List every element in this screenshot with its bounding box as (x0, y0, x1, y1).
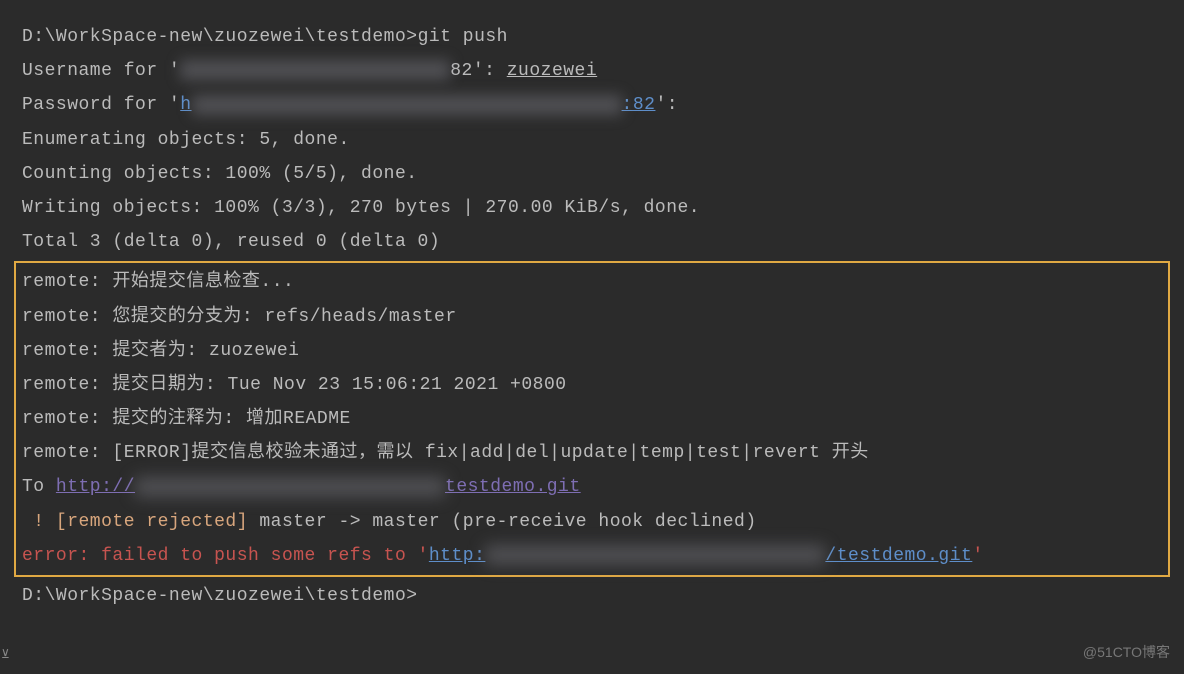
error-line: error: failed to push some refs to 'http… (22, 539, 1162, 573)
remote-msg-5: remote: 提交的注释为: 增加README (22, 402, 1162, 436)
remote-msg-4: remote: 提交日期为: Tue Nov 23 15:06:21 2021 … (22, 368, 1162, 402)
prompt-path-2: D:\WorkSpace-new\zuozewei\testdemo> (22, 586, 418, 606)
redacted-host (180, 60, 450, 80)
remote-msg-6: remote: [ERROR]提交信息校验未通过，需以 fix|add|del|… (22, 436, 1162, 470)
username-line: Username for '82': zuozewei (22, 54, 1162, 88)
enum-objects: Enumerating objects: 5, done. (22, 123, 1162, 157)
git-command: git push (418, 27, 508, 47)
watermark: @51CTO博客 (1083, 639, 1170, 666)
total-line: Total 3 (delta 0), reused 0 (delta 0) (22, 225, 1162, 259)
redacted-remote-url (135, 477, 445, 497)
remote-msg-3: remote: 提交者为: zuozewei (22, 334, 1162, 368)
prompt-path: D:\WorkSpace-new\zuozewei\testdemo> (22, 27, 418, 47)
ide-tool-icon[interactable]: ⊻ (1, 643, 10, 666)
prompt-line-2: D:\WorkSpace-new\zuozewei\testdemo> (22, 579, 1162, 613)
username-value: zuozewei (507, 61, 597, 81)
write-objects: Writing objects: 100% (3/3), 270 bytes |… (22, 191, 1162, 225)
count-objects: Counting objects: 100% (5/5), done. (22, 157, 1162, 191)
to-line: To http://testdemo.git (22, 470, 1162, 504)
remote-msg-2: remote: 您提交的分支为: refs/heads/master (22, 300, 1162, 334)
terminal-output[interactable]: D:\WorkSpace-new\zuozewei\testdemo>git p… (0, 0, 1184, 633)
rejected-line: ! [remote rejected] master -> master (pr… (22, 505, 1162, 539)
command-line: D:\WorkSpace-new\zuozewei\testdemo>git p… (22, 20, 1162, 54)
remote-msg-1: remote: 开始提交信息检查... (22, 265, 1162, 299)
highlight-box: remote: 开始提交信息检查... remote: 您提交的分支为: ref… (14, 261, 1170, 577)
password-line: Password for 'h:82': (22, 88, 1162, 122)
redacted-error-url (485, 545, 825, 565)
sidebar-favorites-tab[interactable]: Favorites (0, 599, 2, 644)
redacted-url (192, 95, 622, 115)
